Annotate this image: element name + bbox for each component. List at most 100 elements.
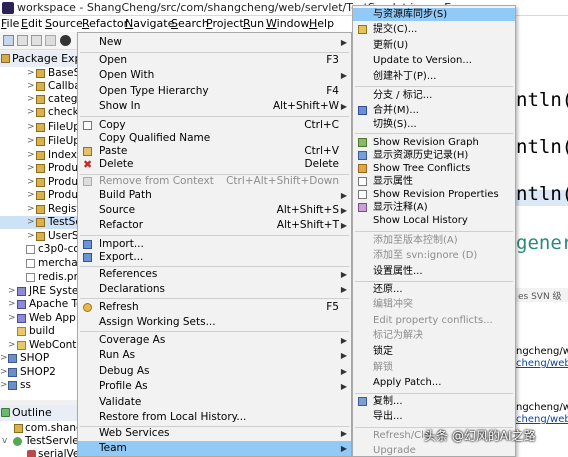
tree-item[interactable]: redis.pro — [0, 271, 80, 284]
save-all-icon[interactable] — [31, 35, 42, 46]
ctx-coverage-as[interactable]: Coverage As ▶ — [78, 333, 351, 348]
team-show-local-history[interactable]: Show Local History — [353, 214, 515, 227]
team-update-to-version[interactable]: Update to Version... — [353, 54, 515, 67]
ctx-profile-as[interactable]: Profile As ▶ — [78, 379, 351, 394]
tree-item[interactable]: > ss — [0, 379, 80, 392]
team-export[interactable]: 导出... — [353, 410, 515, 423]
print-icon[interactable] — [45, 35, 56, 46]
ctx-show-in[interactable]: Show In Alt+Shift+W ▶ — [78, 99, 351, 114]
new-file-icon[interactable] — [3, 35, 14, 46]
tree-item[interactable]: >BaseSe — [0, 67, 80, 80]
team-show-history[interactable]: 显示资源历史记录(H) — [353, 149, 515, 162]
team-edit-property-conflicts[interactable]: Edit property conflicts... — [353, 314, 515, 327]
menu-navigate[interactable]: Navigate — [125, 16, 174, 32]
menu-source[interactable]: Source — [45, 16, 83, 32]
tree-item[interactable]: > SHOP2 — [0, 366, 80, 379]
team-unlock[interactable]: 解锁 — [353, 361, 515, 374]
team-revert[interactable]: 还原... — [353, 283, 515, 296]
team-commit[interactable]: 提交(C)... — [353, 23, 515, 36]
tree-item[interactable]: >IndexS — [0, 149, 80, 162]
menu-help[interactable]: Help — [309, 16, 334, 32]
ctx-export[interactable]: Export... — [78, 250, 351, 265]
team-show-annotation[interactable]: 显示注释(A) — [353, 201, 515, 214]
outline-header[interactable]: Outline — [0, 405, 80, 421]
team-create-patch[interactable]: 创建补丁(P)... — [353, 70, 515, 83]
menu-file[interactable]: File — [1, 16, 19, 32]
tree-item[interactable]: >WebConten — [0, 339, 80, 352]
team-upgrade[interactable]: Upgrade — [353, 444, 515, 457]
tree-item[interactable]: build — [0, 325, 80, 338]
outline-item[interactable]: v TestServlet — [0, 435, 83, 448]
team-show-properties[interactable]: 显示属性 — [353, 175, 515, 188]
menu-edit[interactable]: Edit — [21, 16, 42, 32]
save-icon[interactable] — [17, 35, 28, 46]
ctx-refresh[interactable]: Refresh F5 — [78, 300, 351, 315]
ctx-build-path[interactable]: Build Path ▶ — [78, 188, 351, 203]
tree-item[interactable]: > FileUpl — [0, 135, 80, 148]
ctx-team[interactable]: Team ▶ — [78, 441, 351, 456]
tree-item[interactable]: >JRE System — [0, 285, 80, 298]
ctx-debug-as[interactable]: Debug As ▶ — [78, 364, 351, 379]
debug-icon[interactable] — [60, 35, 71, 46]
team-show-tree-conflicts[interactable]: Show Tree Conflicts — [353, 162, 515, 175]
ctx-web-services[interactable]: Web Services ▶ — [78, 426, 351, 441]
team-add-to-svn-ignore[interactable]: 添加至 svn:ignore (D) — [353, 249, 515, 262]
ctx-run-as[interactable]: Run As ▶ — [78, 348, 351, 363]
team-switch[interactable]: 切换(S)... — [353, 118, 515, 131]
tree-item[interactable]: c3p0-con — [0, 243, 80, 256]
menu-search[interactable]: Search — [171, 16, 209, 32]
tree-item[interactable]: > Produ — [0, 162, 80, 175]
tree-item[interactable]: >Registe — [0, 203, 80, 216]
ctx-open-with[interactable]: Open With ▶ — [78, 68, 351, 83]
team-set-property[interactable]: 设置属性... — [353, 265, 515, 278]
tree-item[interactable]: >checkU — [0, 106, 80, 119]
team-add-to-version-control[interactable]: 添加至版本控制(A) — [353, 234, 515, 247]
tree-item[interactable]: >Apache Tor — [0, 298, 80, 311]
ctx-new[interactable]: New ▶ — [78, 35, 351, 50]
menu-project[interactable]: Project — [206, 16, 244, 32]
team-copy[interactable]: 复制... — [353, 395, 515, 408]
team-show-revision-graph[interactable]: Show Revision Graph — [353, 136, 515, 149]
menu-window[interactable]: Window — [266, 16, 309, 32]
team-branch-tag[interactable]: 分支 / 标记... — [353, 89, 515, 102]
paste-icon — [83, 147, 92, 156]
tree-item[interactable]: > FileUpl — [0, 121, 80, 134]
team-merge[interactable]: 合并(M)... — [353, 104, 515, 117]
tree-item[interactable]: >Callbac — [0, 80, 80, 93]
tree-item-selected[interactable]: >TestSer — [0, 216, 80, 229]
ctx-open-type-hierarchy[interactable]: Open Type Hierarchy F4 — [78, 84, 351, 99]
tree-item[interactable]: >UserSe — [0, 230, 80, 243]
team-edit-conflicts[interactable]: 编辑冲突 — [353, 298, 515, 311]
tree-item[interactable]: > Produ — [0, 189, 80, 202]
team-lock[interactable]: 锁定 — [353, 345, 515, 358]
menu-refactor[interactable]: Refactor — [82, 16, 128, 32]
ctx-assign-working-sets[interactable]: Assign Working Sets... — [78, 315, 351, 330]
history-icon — [358, 151, 367, 160]
ctx-remove-from-context[interactable]: Remove from Context Ctrl+Alt+Shift+Down — [78, 174, 351, 189]
tree-item[interactable]: merchan — [0, 257, 80, 270]
menu-run[interactable]: Run — [243, 16, 264, 32]
ctx-delete[interactable]: ✖ Delete Delete — [78, 157, 351, 172]
console-link[interactable]: cheng/web/s — [516, 358, 568, 369]
ctx-validate[interactable]: Validate — [78, 395, 351, 410]
tree-item[interactable]: >catego — [0, 93, 80, 106]
ctx-references[interactable]: References ▶ — [78, 267, 351, 282]
console-tab-bar[interactable]: es SVN 级 — [516, 288, 568, 302]
team-update[interactable]: 更新(U) — [353, 39, 515, 52]
ctx-source[interactable]: Source Alt+Shift+S ▶ — [78, 203, 351, 218]
ctx-open[interactable]: Open F3 — [78, 53, 351, 68]
ctx-refactor[interactable]: Refactor Alt+Shift+T ▶ — [78, 218, 351, 233]
tree-item[interactable]: > Web App L — [0, 312, 80, 325]
team-synchronize[interactable]: 与资源库同步(S) — [353, 8, 515, 21]
team-show-revision-properties[interactable]: Show Revision Properties — [353, 188, 515, 201]
outline-item[interactable]: serialVers — [0, 448, 89, 457]
tree-item[interactable]: > Produ — [0, 176, 80, 189]
tree-item[interactable]: > SHOP — [0, 352, 80, 365]
outline-item[interactable]: com.shangc — [0, 422, 88, 435]
console-link[interactable]: cheng/web/s — [516, 414, 568, 425]
team-mark-resolved[interactable]: 标记为解决 — [353, 329, 515, 342]
package-explorer-header[interactable]: Package Explore — [0, 51, 102, 67]
team-apply-patch[interactable]: Apply Patch... — [353, 376, 515, 389]
ctx-restore-local-history[interactable]: Restore from Local History... — [78, 410, 351, 425]
ctx-declarations[interactable]: Declarations ▶ — [78, 282, 351, 297]
